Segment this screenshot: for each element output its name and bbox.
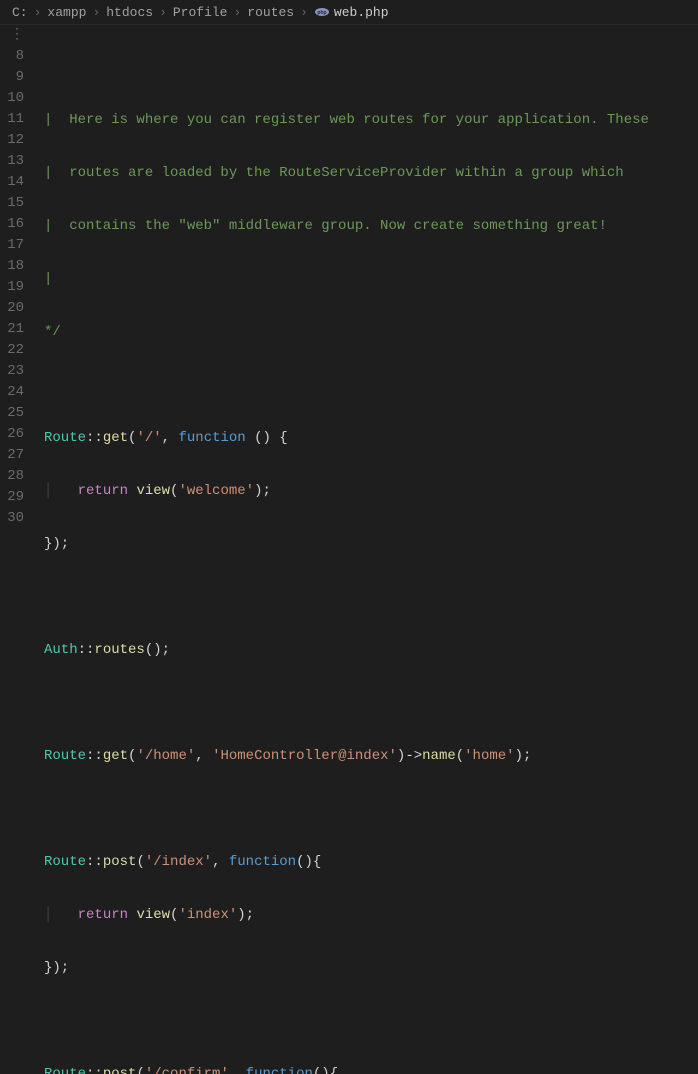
code-line[interactable]: Route::get('/', function () {: [44, 428, 698, 449]
breadcrumb-part[interactable]: routes: [247, 5, 294, 20]
line-number: 15: [0, 193, 24, 214]
code-line[interactable]: [44, 1011, 698, 1032]
code-editor[interactable]: ⋮ 8 9 10 11 12 13 14 15 16 17 18 19 20 2…: [0, 25, 698, 1074]
code-line[interactable]: Route::post('/confirm', function(){: [44, 1064, 698, 1074]
line-number: 10: [0, 88, 24, 109]
chevron-right-icon: ›: [233, 5, 241, 20]
code-line[interactable]: */: [44, 322, 698, 343]
line-number: 24: [0, 382, 24, 403]
line-number: 18: [0, 256, 24, 277]
code-line[interactable]: │ return view('index');: [44, 905, 698, 926]
line-number: 25: [0, 403, 24, 424]
code-line[interactable]: Route::get('/home', 'HomeController@inde…: [44, 746, 698, 767]
line-number: 9: [0, 67, 24, 88]
line-number: 21: [0, 319, 24, 340]
svg-text:php: php: [317, 10, 326, 16]
code-line[interactable]: |: [44, 269, 698, 290]
line-number: 29: [0, 487, 24, 508]
code-line[interactable]: [44, 587, 698, 608]
php-file-icon: php: [314, 4, 330, 20]
code-line[interactable]: [44, 375, 698, 396]
code-line[interactable]: | contains the "web" middleware group. N…: [44, 216, 698, 237]
line-number: 26: [0, 424, 24, 445]
chevron-right-icon: ›: [92, 5, 100, 20]
breadcrumb-current[interactable]: php web.php: [314, 4, 389, 20]
code-line[interactable]: });: [44, 534, 698, 555]
code-line[interactable]: [44, 799, 698, 820]
breadcrumb-part[interactable]: C:: [12, 5, 28, 20]
line-number: 17: [0, 235, 24, 256]
breadcrumb-part[interactable]: Profile: [173, 5, 228, 20]
code-line[interactable]: | Here is where you can register web rou…: [44, 110, 698, 131]
code-line[interactable]: [44, 693, 698, 714]
breadcrumb-part[interactable]: xampp: [47, 5, 86, 20]
code-line[interactable]: Auth::routes();: [44, 640, 698, 661]
code-line[interactable]: Route::post('/index', function(){: [44, 852, 698, 873]
line-number: 20: [0, 298, 24, 319]
breadcrumb-file-label: web.php: [334, 5, 389, 20]
line-number: 11: [0, 109, 24, 130]
line-number: 28: [0, 466, 24, 487]
line-number: 27: [0, 445, 24, 466]
line-number: 16: [0, 214, 24, 235]
line-number: 13: [0, 151, 24, 172]
code-line[interactable]: | routes are loaded by the RouteServiceP…: [44, 163, 698, 184]
fold-indicator[interactable]: ⋮: [0, 25, 24, 46]
code-line[interactable]: [44, 57, 698, 78]
line-number: 19: [0, 277, 24, 298]
code-line[interactable]: });: [44, 958, 698, 979]
chevron-right-icon: ›: [34, 5, 42, 20]
chevron-right-icon: ›: [159, 5, 167, 20]
line-number: 8: [0, 46, 24, 67]
line-number-gutter: ⋮ 8 9 10 11 12 13 14 15 16 17 18 19 20 2…: [0, 25, 44, 1074]
line-number: 22: [0, 340, 24, 361]
code-content[interactable]: | Here is where you can register web rou…: [44, 25, 698, 1074]
code-line[interactable]: │ return view('welcome');: [44, 481, 698, 502]
line-number: 30: [0, 508, 24, 529]
line-number: 12: [0, 130, 24, 151]
line-number: 14: [0, 172, 24, 193]
line-number: 23: [0, 361, 24, 382]
breadcrumb[interactable]: C: › xampp › htdocs › Profile › routes ›…: [0, 0, 698, 25]
breadcrumb-part[interactable]: htdocs: [106, 5, 153, 20]
chevron-right-icon: ›: [300, 5, 308, 20]
